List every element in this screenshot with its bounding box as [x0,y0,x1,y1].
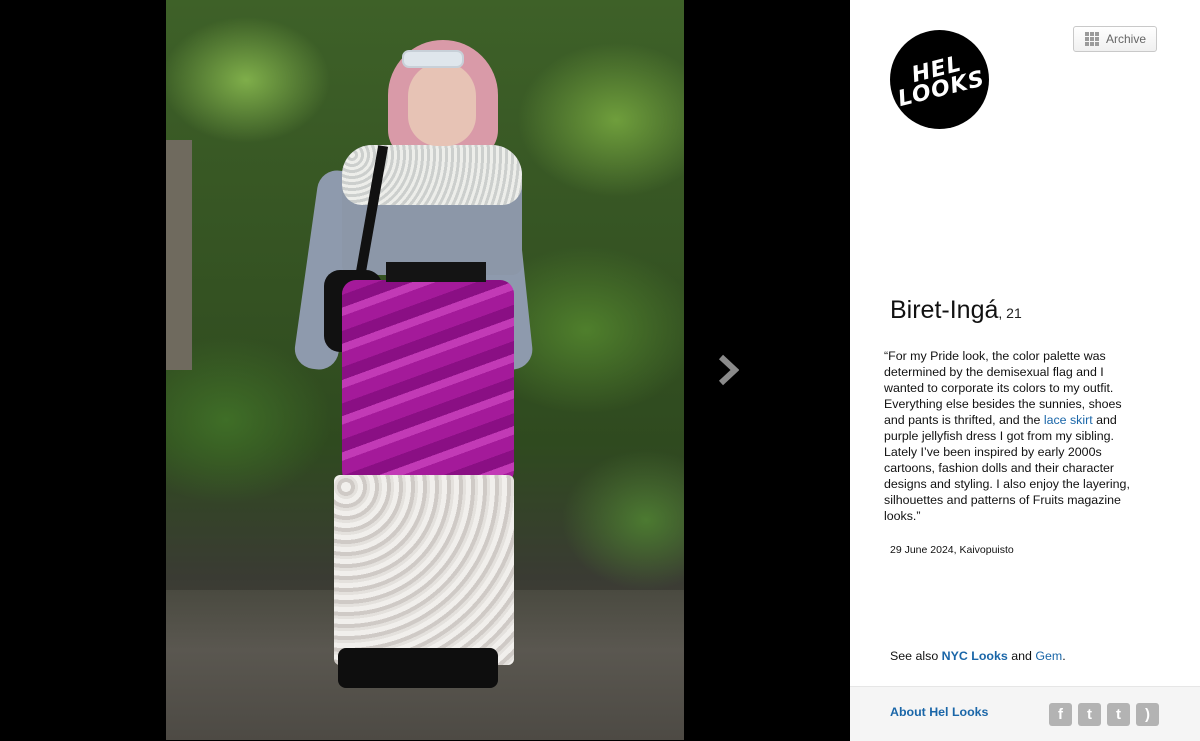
about-link[interactable]: About Hel Looks [890,705,988,719]
footer: About Hel Looks f t t ) [850,686,1200,741]
tumblr-glyph: t [1116,706,1121,723]
nyc-looks-link[interactable]: NYC Looks [942,649,1008,663]
subject-heading: Biret-Ingá, 21 [890,296,1022,325]
archive-button[interactable]: Archive [1073,26,1157,52]
purple-ruffle-dress [342,280,514,490]
subject-quote: “For my Pride look, the color palette wa… [884,348,1144,524]
lace-skirt [334,475,514,665]
sunglasses [402,50,464,68]
logo-wordmark: HEL LOOKS [892,49,988,111]
lace-skirt-link[interactable]: lace skirt [1044,413,1093,427]
twitter-icon[interactable]: t [1078,703,1101,726]
hel-looks-logo[interactable]: HEL LOOKS [890,30,989,129]
info-panel: HEL LOOKS Archive Biret-Ingá, 21 “For my… [850,0,1200,741]
next-photo-button[interactable] [712,352,744,388]
tumblr-icon[interactable]: t [1107,703,1130,726]
subject-age: , 21 [998,305,1022,321]
outfit-photo [166,0,684,740]
facebook-glyph: f [1058,706,1063,723]
rss-glyph: ) [1145,706,1150,723]
belt [386,262,486,282]
date-location: 29 June 2024, Kaivopuisto [890,544,1014,556]
quote-text-end: and purple jellyfish dress I got from my… [884,413,1130,523]
grid-icon [1085,32,1099,46]
photo-stage [0,0,850,740]
black-hem [338,648,498,688]
twitter-glyph: t [1087,706,1092,723]
subject-name: Biret-Ingá [890,296,999,324]
face [408,62,476,146]
gem-link[interactable]: Gem [1035,649,1062,663]
see-also-prefix: See also [890,649,942,663]
person-figure [166,0,684,740]
rss-icon[interactable]: ) [1136,703,1159,726]
see-also-suffix: . [1062,649,1066,663]
archive-label: Archive [1106,32,1147,46]
see-also: See also NYC Looks and Gem. [890,649,1066,663]
see-also-and: and [1007,649,1036,663]
chevron-right-icon [718,354,739,386]
facebook-icon[interactable]: f [1049,703,1072,726]
